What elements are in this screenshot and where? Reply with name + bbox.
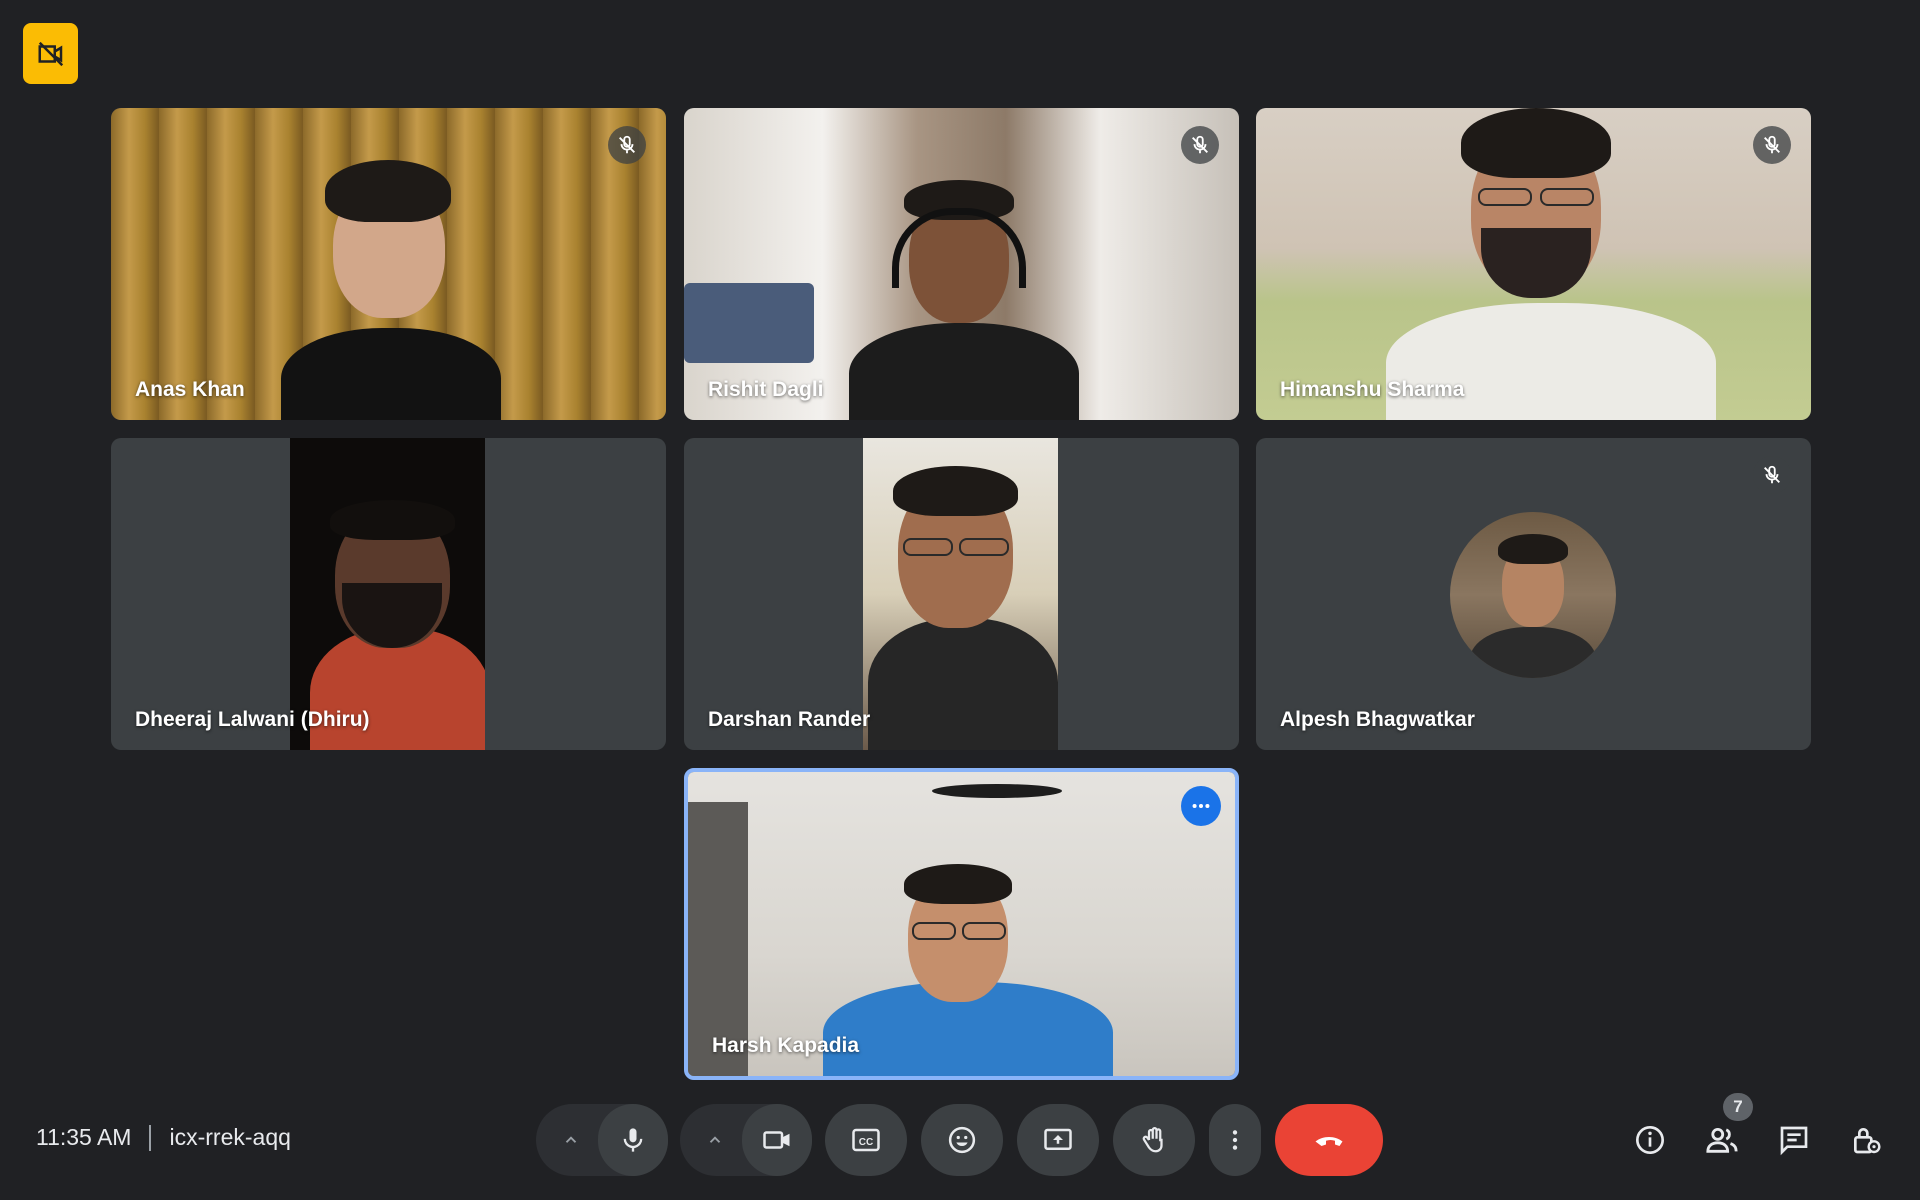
more-vert-icon [1232,1130,1238,1150]
people-icon [1706,1127,1738,1153]
participant-name: Rishit Dagli [708,378,824,401]
participant-tile[interactable]: Darshan Rander [684,438,1239,750]
host-controls-button[interactable] [1840,1114,1892,1166]
video-feed [290,438,485,750]
participant-video-person [688,772,1235,1076]
camera-icon [763,1131,790,1149]
mic-off-icon [619,135,635,154]
chat-button[interactable] [1768,1114,1820,1166]
participant-video-person [111,108,666,420]
participant-video-person [684,108,1239,420]
muted-indicator [1753,456,1791,494]
mic-off-icon [1764,465,1780,484]
participant-tile[interactable]: Rishit Dagli [684,108,1239,420]
more-options-button[interactable] [1181,786,1221,826]
raise-hand-icon [1142,1127,1163,1153]
emoji-icon [948,1126,976,1154]
microphone-icon [623,1128,643,1152]
participant-tile[interactable]: Alpesh Bhagwatkar [1256,438,1811,750]
people-button[interactable] [1696,1114,1748,1166]
leave-call-button[interactable] [1275,1104,1383,1176]
muted-indicator [1181,126,1219,164]
info-icon [1636,1126,1664,1154]
mic-off-icon [1192,135,1208,154]
divider [149,1124,152,1151]
meeting-info: 11:35 AM icx-rrek-aqq [36,1124,291,1151]
raise-hand-button[interactable] [1113,1104,1195,1176]
meeting-details-button[interactable] [1624,1114,1676,1166]
participant-name: Dheeraj Lalwani (Dhiru) [135,708,370,731]
participant-video-person [1256,108,1811,420]
participant-name: Alpesh Bhagwatkar [1280,708,1475,731]
participant-name: Darshan Rander [708,708,871,731]
chevron-up-icon [565,1136,577,1143]
host-controls-icon [1854,1128,1881,1154]
participant-tile[interactable]: Dheeraj Lalwani (Dhiru) [111,438,666,750]
participant-count-badge: 7 [1723,1093,1753,1121]
participant-name: Harsh Kapadia [712,1034,860,1057]
chevron-up-icon [709,1136,721,1143]
meeting-code: icx-rrek-aqq [169,1124,291,1150]
more-options-button[interactable] [1209,1104,1261,1176]
video-options-button[interactable] [692,1104,738,1176]
muted-indicator [608,126,646,164]
audio-options-button[interactable] [548,1104,594,1176]
participant-tile[interactable]: Anas Khan [111,108,666,420]
more-horiz-icon [1192,803,1210,809]
chat-icon [1780,1126,1808,1156]
svg-text:CC: CC [859,1137,873,1148]
avatar [1450,512,1616,678]
camera-button[interactable] [742,1104,812,1176]
microphone-button[interactable] [598,1104,668,1176]
present-screen-icon [1044,1128,1072,1150]
participant-tile[interactable]: Himanshu Sharma [1256,108,1811,420]
meeting-time: 11:35 AM [36,1124,132,1150]
mic-off-icon [1764,135,1780,154]
captions-button[interactable]: CC [825,1104,907,1176]
camera-off-icon [38,41,63,66]
emoji-reactions-button[interactable] [921,1104,1003,1176]
end-call-icon [1315,1137,1343,1146]
present-screen-button[interactable] [1017,1104,1099,1176]
captions-icon: CC [852,1128,880,1152]
muted-indicator [1753,126,1791,164]
self-view-tile[interactable]: Harsh Kapadia [684,768,1239,1080]
video-feed [863,438,1058,750]
camera-off-badge[interactable] [23,23,78,84]
participant-name: Himanshu Sharma [1280,378,1465,401]
participant-name: Anas Khan [135,378,245,401]
